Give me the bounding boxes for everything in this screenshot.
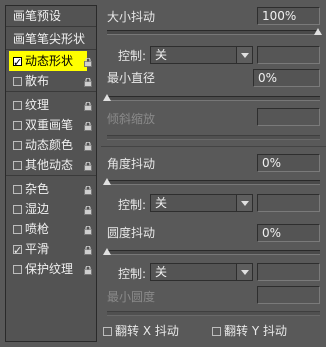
sidebar-item-checkbox[interactable] [13,121,22,130]
min-roundness-label: 最小圆度 [107,290,156,304]
angle-jitter-slider-thumb[interactable] [103,178,111,185]
sidebar-item-6[interactable]: 其他动态 [6,155,96,175]
sidebar-item-4[interactable]: 双重画笔 [6,115,96,135]
sidebar-item-5[interactable]: 动态颜色 [6,135,96,155]
min-roundness-input[interactable] [257,286,320,304]
tilt-scale-input[interactable] [257,108,320,126]
sidebar-item-label: 保护纹理 [25,262,74,276]
roundness-jitter-slider[interactable] [107,250,320,255]
sidebar-item-checkbox[interactable] [13,53,22,73]
angle-jitter-label: 角度抖动 [107,157,156,171]
roundness-control-label: 控制: [118,267,147,281]
sidebar-item-checkbox[interactable] [13,161,22,170]
lock-icon[interactable] [84,160,92,171]
brush-tip-shape-header[interactable]: 画笔笔尖形状 [6,29,96,50]
sidebar-item-label: 纹理 [25,98,50,112]
sidebar-item-label: 动态形状 [25,54,74,68]
sidebar-item-label: 杂色 [25,182,50,196]
lock-icon[interactable] [84,140,92,151]
angle-control-select[interactable]: 关 [150,194,253,212]
list-divider [6,91,96,92]
chevron-down-icon [236,195,252,211]
angle-jitter-input[interactable]: 0% [257,154,320,172]
size-jitter-input[interactable]: 100% [257,7,320,25]
roundness-jitter-label: 圆度抖动 [107,226,156,240]
sidebar-item-label: 散布 [25,74,50,88]
lock-icon[interactable] [84,120,92,131]
brush-options-list: 画笔预设 画笔笔尖形状 动态形状散布纹理双重画笔动态颜色其他动态杂色湿边喷枪平滑… [5,5,97,342]
sidebar-item-1[interactable]: 动态形状 [9,51,87,73]
lock-icon[interactable] [84,56,92,67]
angle-control-label: 控制: [118,198,147,212]
lock-icon[interactable] [84,184,92,195]
lock-icon[interactable] [84,244,92,255]
sidebar-item-10[interactable]: 平滑 [6,239,96,261]
sidebar-item-checkbox[interactable] [13,141,22,150]
sidebar-item-checkbox[interactable] [13,185,22,194]
sidebar-item-label: 喷枪 [25,222,50,236]
sidebar-item-label: 平滑 [25,242,50,256]
section-divider [101,146,326,147]
roundness-control-select[interactable]: 关 [150,263,253,281]
sidebar-item-checkbox[interactable] [13,77,22,86]
tilt-scale-slider[interactable] [107,135,320,140]
flip-y-checkbox[interactable]: 翻转 Y 抖动 [212,322,287,339]
sidebar-item-label: 湿边 [25,202,50,216]
roundness-jitter-slider-thumb[interactable] [103,248,111,255]
flip-y-label: 翻转 Y 抖动 [224,324,287,338]
size-jitter-slider[interactable] [107,30,320,35]
lock-icon[interactable] [84,100,92,111]
sidebar-item-checkbox[interactable] [13,265,22,274]
sidebar-item-7[interactable]: 杂色 [6,179,96,199]
lock-icon[interactable] [84,264,92,275]
sidebar-item-3[interactable]: 纹理 [6,95,96,115]
sidebar-item-2[interactable]: 散布 [6,71,96,91]
angle-control-fade-input[interactable] [257,194,320,212]
sidebar-item-checkbox[interactable] [13,225,22,234]
size-control-value: 关 [155,48,168,62]
min-diameter-label: 最小直径 [107,71,156,85]
size-control-label: 控制: [118,49,147,63]
roundness-control-fade-input[interactable] [257,263,320,281]
roundness-control-value: 关 [155,265,168,279]
sidebar-item-label: 其他动态 [25,158,74,172]
flip-y-checkbox-box[interactable] [212,327,221,336]
lock-icon[interactable] [84,204,92,215]
min-diameter-input[interactable]: 0% [253,69,320,87]
size-control-select[interactable]: 关 [150,46,253,64]
min-diameter-slider[interactable] [107,96,320,101]
lock-icon[interactable] [84,224,92,235]
list-divider [6,175,96,176]
sidebar-item-checkbox[interactable] [13,241,22,261]
sidebar-item-label: 双重画笔 [25,118,74,132]
brush-presets-header[interactable]: 画笔预设 [6,6,96,27]
sidebar-item-checkbox[interactable] [13,205,22,214]
lock-icon[interactable] [84,76,92,87]
sidebar-item-11[interactable]: 保护纹理 [6,259,96,279]
angle-control-value: 关 [155,196,168,210]
min-diameter-slider-thumb[interactable] [103,94,111,101]
chevron-down-icon [236,264,252,280]
sidebar-item-8[interactable]: 湿边 [6,199,96,219]
min-roundness-slider[interactable] [107,311,320,316]
sidebar-item-label: 动态颜色 [25,138,74,152]
angle-jitter-slider[interactable] [107,180,320,185]
roundness-jitter-input[interactable]: 0% [257,224,320,242]
flip-x-checkbox-box[interactable] [103,327,112,336]
sidebar-item-9[interactable]: 喷枪 [6,219,96,239]
chevron-down-icon [236,47,252,63]
size-control-fade-input[interactable] [257,46,320,64]
tilt-scale-label: 倾斜缩放 [107,112,156,126]
flip-x-checkbox[interactable]: 翻转 X 抖动 [103,322,179,339]
size-jitter-slider-thumb[interactable] [314,28,322,35]
size-jitter-label: 大小抖动 [107,10,156,24]
flip-x-label: 翻转 X 抖动 [115,324,179,338]
sidebar-item-checkbox[interactable] [13,101,22,110]
